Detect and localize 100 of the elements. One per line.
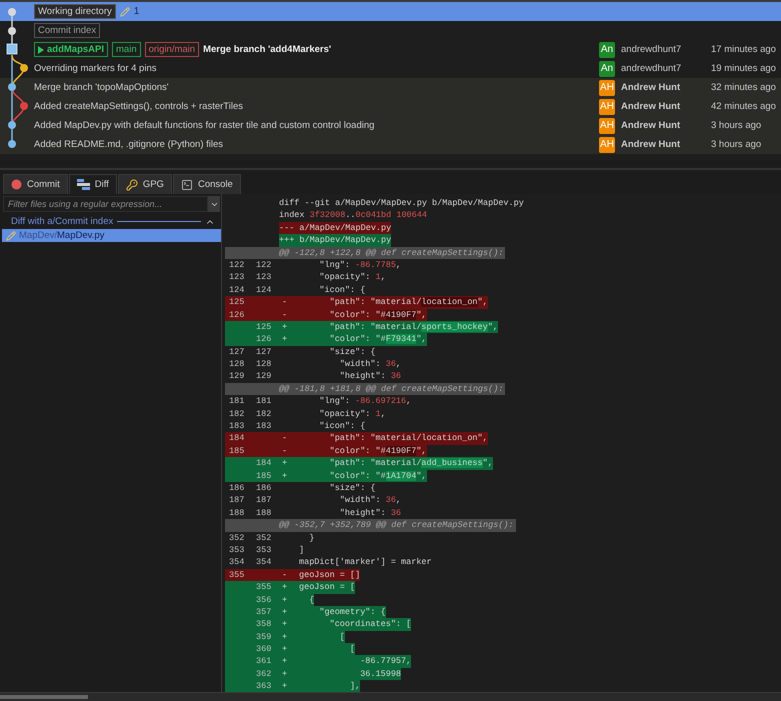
tab[interactable]: GPG bbox=[118, 174, 172, 194]
scrollbar-thumb[interactable] bbox=[0, 695, 88, 699]
code-text: geoJson = [] bbox=[299, 568, 360, 582]
line-number: 186 bbox=[255, 482, 272, 494]
code-text: { bbox=[308, 594, 314, 606]
code-text: "opacity": 1, bbox=[318, 271, 386, 284]
diff-sign: + bbox=[281, 630, 288, 644]
line-number: 126 bbox=[255, 333, 272, 346]
commit-row[interactable]: Added README.md, .gitignore (Python) files AH Andrew Hunt 3 hours ago bbox=[0, 135, 781, 154]
code-text: 36.15998 bbox=[359, 668, 402, 680]
commit-time: 19 minutes ago bbox=[711, 63, 777, 74]
file-header: +++ b/MapDev/MapDev.py bbox=[279, 234, 392, 247]
diff-sign: - bbox=[281, 568, 288, 582]
filter-field[interactable]: Filter files using a regular expression... bbox=[3, 196, 208, 212]
code-text: ] bbox=[299, 544, 304, 556]
code-text: ], bbox=[349, 680, 360, 692]
commit-message: Added README.md, .gitignore (Python) files bbox=[34, 139, 224, 150]
line-number: 125 bbox=[228, 296, 246, 309]
code-text: } bbox=[308, 532, 314, 544]
tab[interactable]: Commit bbox=[3, 174, 68, 194]
commit-row[interactable]: Added MapDev.py with default functions for raster tile and custom control loading AH Andrew Hunt 3 hours ago bbox=[0, 116, 781, 135]
author-name: andrewdhunt7 bbox=[621, 63, 682, 74]
line-number: 354 bbox=[255, 556, 272, 569]
diff-sign: + bbox=[281, 581, 288, 594]
terminal-icon bbox=[180, 178, 193, 190]
line-number: 181 bbox=[255, 395, 272, 408]
commit-row[interactable]: Added createMapSettings(), controls + rasterTiles AH Andrew Hunt 42 minutes ago bbox=[0, 97, 781, 116]
code-text: "height": 36 bbox=[338, 370, 402, 383]
line-number: 128 bbox=[228, 358, 246, 370]
author-name: Andrew Hunt bbox=[621, 101, 682, 112]
code-text: "path": "material/location_on", bbox=[328, 432, 488, 445]
line-number: 183 bbox=[255, 420, 272, 432]
line-number: 360 bbox=[255, 643, 272, 656]
diff-header-text: diff --git a/MapDev/MapDev.py b/MapDev/MapDev.py bbox=[279, 197, 524, 210]
avatar: AH bbox=[599, 98, 615, 114]
key-icon bbox=[126, 178, 138, 190]
status-tag: Working directory bbox=[34, 4, 116, 19]
line-number: 126 bbox=[228, 308, 246, 321]
pencil-icon bbox=[6, 230, 16, 240]
diff-sign: + bbox=[281, 655, 288, 668]
commit-row[interactable]: Merge branch 'topoMapOptions' AH Andrew Hunt 32 minutes ago bbox=[0, 78, 781, 97]
line-number: 352 bbox=[228, 532, 246, 544]
line-number: 123 bbox=[228, 271, 246, 284]
diff-sign: - bbox=[281, 432, 288, 445]
code-text: "lng": -86.7785, bbox=[318, 258, 402, 272]
code-text: "color": "#4190F7", bbox=[328, 444, 427, 458]
diff-sign: + bbox=[281, 320, 288, 334]
code-text: "color": "#F79341", bbox=[328, 333, 427, 346]
diff-sign: - bbox=[281, 308, 288, 321]
diff-sign: + bbox=[281, 606, 288, 618]
line-number: 123 bbox=[255, 271, 272, 284]
code-text: [ bbox=[338, 630, 345, 644]
file-header: --- a/MapDev/MapDev.py bbox=[279, 222, 392, 234]
commit-time: 3 hours ago bbox=[711, 120, 762, 131]
line-number: 122 bbox=[255, 258, 272, 272]
code-text: "coordinates": [ bbox=[328, 618, 412, 631]
avatar: An bbox=[599, 60, 615, 76]
line-number: 181 bbox=[228, 395, 246, 408]
commit-time: 42 minutes ago bbox=[711, 101, 777, 112]
author-name: Andrew Hunt bbox=[621, 82, 682, 93]
code-text: "path": "material/sports_hockey", bbox=[328, 320, 498, 334]
author-name: Andrew Hunt bbox=[621, 139, 682, 150]
code-text: "opacity": 1, bbox=[318, 408, 386, 420]
code-text: "geometry": { bbox=[318, 606, 386, 618]
circle-icon bbox=[11, 179, 22, 190]
line-number: 355 bbox=[255, 581, 272, 594]
code-text: geoJson = [ bbox=[299, 581, 356, 594]
file-path: MapDev/MapDev.py bbox=[19, 230, 104, 241]
file-item[interactable]: MapDev/MapDev.py bbox=[2, 229, 221, 242]
code-text: "path": "material/location_on", bbox=[328, 296, 488, 309]
diff-sign: + bbox=[281, 680, 288, 692]
code-text: -86.77957, bbox=[359, 655, 412, 668]
commit-time: 17 minutes ago bbox=[711, 44, 777, 55]
commit-message: Added createMapSettings(), controls + rasterTiles bbox=[34, 101, 244, 112]
diff-sign: + bbox=[281, 594, 288, 606]
diff-sign: + bbox=[281, 333, 288, 346]
code-text: [ bbox=[349, 643, 356, 656]
code-text: "color": "#1A1704", bbox=[328, 470, 427, 482]
avatar: An bbox=[599, 42, 615, 58]
line-number: 186 bbox=[228, 482, 246, 494]
tab[interactable]: Diff bbox=[68, 174, 117, 194]
code-text: "color": "#4190F7", bbox=[328, 308, 427, 321]
commit-message: Added MapDev.py with default functions for raster tile and custom control loading bbox=[34, 120, 374, 131]
commit-message: Overriding markers for 4 pins bbox=[34, 63, 156, 74]
code-text: "height": 36 bbox=[338, 506, 402, 520]
commit-time: 32 minutes ago bbox=[711, 82, 777, 93]
line-number: 352 bbox=[255, 532, 272, 544]
line-number: 359 bbox=[255, 630, 272, 644]
code-text: "icon": { bbox=[318, 420, 366, 432]
dropdown-button[interactable] bbox=[208, 196, 220, 212]
diff-sign: + bbox=[281, 457, 288, 470]
line-number: 182 bbox=[228, 408, 246, 420]
change-count: 1 bbox=[134, 6, 140, 17]
branch-tag: main bbox=[112, 42, 141, 57]
line-number: 124 bbox=[228, 284, 246, 296]
tab[interactable]: Console bbox=[172, 174, 241, 194]
commit-row[interactable]: Working directory 1 bbox=[0, 2, 781, 21]
line-number: 122 bbox=[228, 258, 246, 272]
line-number: 354 bbox=[228, 556, 246, 569]
line-number: 356 bbox=[255, 594, 272, 606]
